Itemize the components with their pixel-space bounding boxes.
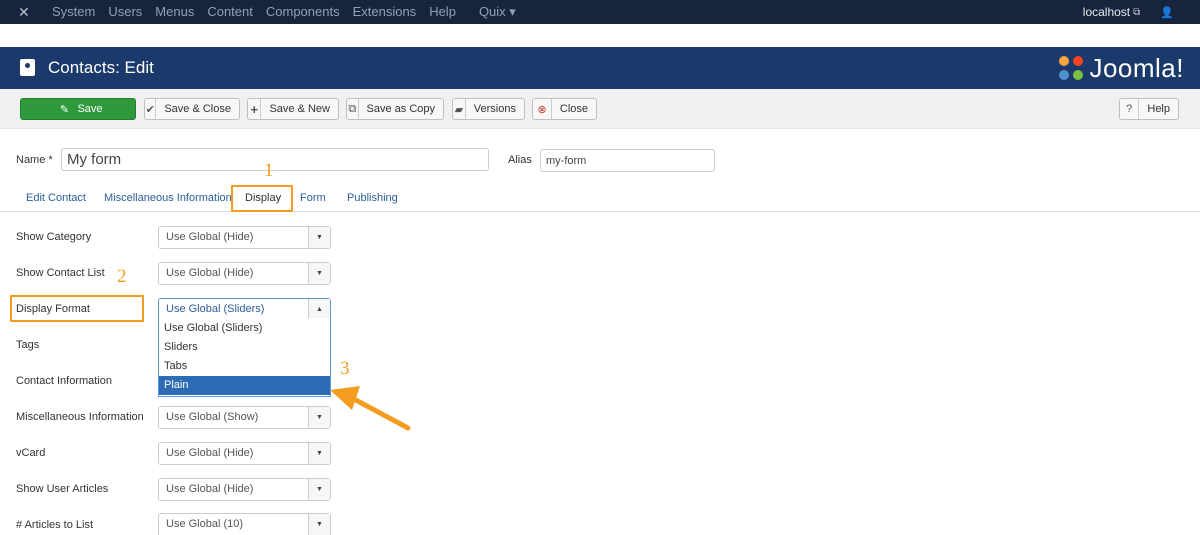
save-close-button[interactable]: ✔ Save & Close (144, 98, 240, 120)
menu-components[interactable]: Components (266, 0, 340, 24)
field-label-miscellaneous-information: Miscellaneous Information (16, 411, 144, 423)
menu-system[interactable]: System (52, 0, 95, 24)
tab-bar: Edit Contact Miscellaneous Information D… (0, 186, 1200, 212)
menu-menus[interactable]: Menus (155, 0, 194, 24)
joomla-wordmark: Joomla! (1089, 52, 1184, 83)
help-label: Help (1147, 103, 1170, 115)
annotation-box-display-tab (231, 185, 293, 212)
tab-publishing[interactable]: Publishing (347, 192, 398, 204)
show-category-value: Use Global (Hide) (166, 231, 254, 243)
name-input[interactable]: My form (61, 148, 489, 171)
joomla-x-icon[interactable]: ✕ (18, 4, 34, 20)
show-contact-list-select[interactable]: Use Global (Hide) ▼ (158, 262, 331, 285)
vcard-select[interactable]: Use Global (Hide) ▼ (158, 442, 331, 465)
check-icon: ✔ (145, 99, 157, 119)
save-new-label: Save & New (269, 103, 330, 115)
plus-icon: + (248, 99, 262, 119)
caret-down-icon: ▼ (308, 479, 330, 500)
title-bar: Contacts: Edit Joomla! (0, 47, 1200, 89)
help-icon: ? (1120, 99, 1140, 119)
option-plain[interactable]: Plain (159, 376, 330, 395)
field-label-contact-information: Contact Information (16, 375, 112, 387)
close-button[interactable]: ⊗ Close (532, 98, 597, 120)
articles-to-list-value: Use Global (10) (166, 518, 244, 530)
save-copy-button[interactable]: ⧉ Save as Copy (346, 98, 444, 120)
vcard-value: Use Global (Hide) (166, 447, 254, 459)
save-new-button[interactable]: + Save & New (247, 98, 339, 120)
display-format-value: Use Global (Sliders) (166, 303, 265, 315)
show-user-articles-value: Use Global (Hide) (166, 483, 254, 495)
archive-icon: ▰ (453, 99, 466, 119)
menu-content[interactable]: Content (207, 0, 253, 24)
field-label-vcard: vCard (16, 447, 46, 459)
toolbar: ✎ Save ✔ Save & Close + Save & New ⧉ Sav… (0, 89, 1200, 129)
close-icon: ⊗ (533, 99, 552, 119)
save-close-label: Save & Close (164, 103, 231, 115)
save-button-label: Save (77, 103, 103, 115)
field-label-articles-to-list: # Articles to List (16, 519, 94, 531)
field-label-show-category: Show Category (16, 231, 92, 243)
joomla-logo: Joomla! (1056, 53, 1184, 83)
site-link[interactable]: localhost (1083, 5, 1130, 19)
annotation-number-1: 1 (264, 160, 274, 181)
show-user-articles-select[interactable]: Use Global (Hide) ▼ (158, 478, 331, 501)
field-label-show-contact-list: Show Contact List (16, 267, 105, 279)
tab-miscellaneous-information[interactable]: Miscellaneous Information (104, 192, 232, 204)
annotation-number-2: 2 (117, 266, 127, 287)
caret-down-icon: ▼ (308, 514, 330, 535)
name-label: Name * (16, 154, 53, 166)
menu-users[interactable]: Users (108, 0, 142, 24)
field-label-display-format: Display Format (16, 303, 90, 315)
show-category-select[interactable]: Use Global (Hide) ▼ (158, 226, 331, 249)
versions-button[interactable]: ▰ Versions (452, 98, 525, 120)
versions-label: Versions (473, 103, 516, 115)
field-label-tags: Tags (16, 339, 40, 351)
menu-help[interactable]: Help (429, 0, 456, 24)
menu-extensions[interactable]: Extensions (353, 0, 417, 24)
tab-edit-contact[interactable]: Edit Contact (26, 192, 86, 204)
option-tabs[interactable]: Tabs (159, 357, 330, 376)
edit-icon: ✎ (59, 103, 70, 116)
copy-icon: ⧉ (347, 99, 359, 119)
field-label-show-user-articles: Show User Articles (16, 483, 109, 495)
top-nav: ✕ System Users Menus Content Components … (0, 0, 1200, 24)
caret-up-icon: ▲ (308, 299, 330, 320)
display-format-dropdown: Use Global (Sliders) Sliders Tabs Plain (158, 318, 331, 397)
joomla-logo-icon (1059, 56, 1084, 80)
miscellaneous-information-value: Use Global (Show) (166, 411, 259, 423)
save-button[interactable]: ✎ Save (20, 98, 136, 120)
caret-down-icon: ▼ (308, 227, 330, 248)
help-button[interactable]: ? Help (1119, 98, 1179, 120)
miscellaneous-information-select[interactable]: Use Global (Show) ▼ (158, 406, 331, 429)
page-title: Contacts: Edit (48, 58, 154, 77)
contact-card-icon (20, 59, 35, 76)
caret-down-icon: ▼ (308, 263, 330, 284)
articles-to-list-select[interactable]: Use Global (10) ▼ (158, 513, 331, 535)
caret-down-icon: ▼ (308, 443, 330, 464)
top-nav-right: localhost ⧉ 👤 (1083, 0, 1174, 24)
tab-form[interactable]: Form (300, 192, 326, 204)
user-icon[interactable]: 👤 (1160, 6, 1174, 19)
external-link-icon: ⧉ (1133, 6, 1141, 18)
alias-input[interactable]: my-form (540, 149, 715, 172)
show-contact-list-value: Use Global (Hide) (166, 267, 254, 279)
alias-label: Alias (508, 154, 532, 166)
close-label: Close (559, 103, 588, 115)
top-menu: System Users Menus Content Components Ex… (52, 0, 529, 24)
save-copy-label: Save as Copy (366, 103, 435, 115)
menu-quix[interactable]: Quix ▾ (479, 0, 516, 24)
option-sliders[interactable]: Sliders (159, 338, 330, 357)
option-use-global-sliders[interactable]: Use Global (Sliders) (159, 319, 330, 338)
annotation-arrow (330, 386, 411, 431)
